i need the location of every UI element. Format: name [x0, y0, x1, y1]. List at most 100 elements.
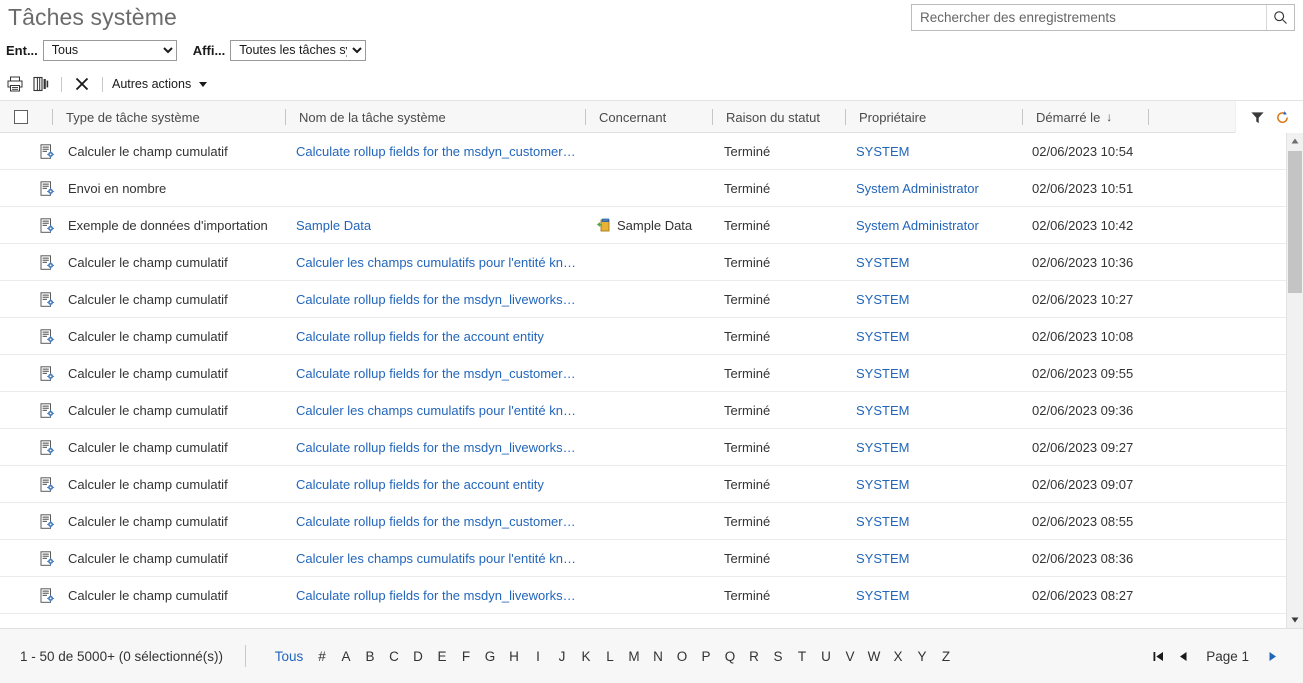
cell-owner[interactable]: SYSTEM [856, 503, 1016, 540]
cell-owner-link[interactable]: System Administrator [856, 218, 1016, 233]
cell-owner-link[interactable]: System Administrator [856, 181, 1016, 196]
cell-owner[interactable]: System Administrator [856, 207, 1016, 244]
alpha-index-o[interactable]: O [670, 647, 694, 666]
alpha-index-w[interactable]: W [862, 647, 886, 666]
cell-owner[interactable]: SYSTEM [856, 133, 1016, 170]
cell-owner-link[interactable]: SYSTEM [856, 477, 1016, 492]
alpha-index-v[interactable]: V [838, 647, 862, 666]
table-row[interactable]: Calculer le champ cumulatif Calculer les … [0, 392, 1303, 429]
alpha-index-x[interactable]: X [886, 647, 910, 666]
alpha-index-f[interactable]: F [454, 647, 478, 666]
alpha-index-l[interactable]: L [598, 647, 622, 666]
scroll-down-button[interactable] [1287, 612, 1303, 628]
column-header-status[interactable]: Raison du statut [716, 101, 820, 133]
cell-owner-link[interactable]: SYSTEM [856, 403, 1016, 418]
alpha-index-a[interactable]: A [334, 647, 358, 666]
alpha-index-g[interactable]: G [478, 647, 502, 666]
cell-owner-link[interactable]: SYSTEM [856, 292, 1016, 307]
cell-owner[interactable]: System Administrator [856, 170, 1016, 207]
cell-owner[interactable]: SYSTEM [856, 392, 1016, 429]
cell-job-name-link[interactable]: Calculate rollup fields for the msdyn_cu… [296, 366, 578, 381]
cell-job-name-link[interactable]: Calculate rollup fields for the msdyn_li… [296, 588, 578, 603]
table-row[interactable]: Calculer le champ cumulatif Calculate rol… [0, 503, 1303, 540]
scrollbar-thumb[interactable] [1288, 151, 1302, 293]
cell-job-name[interactable]: Calculer les champs cumulatifs pour l'en… [296, 244, 578, 281]
cell-job-name-link[interactable]: Calculer les champs cumulatifs pour l'en… [296, 551, 578, 566]
cell-job-name-link[interactable]: Calculate rollup fields for the msdyn_li… [296, 440, 578, 455]
cell-owner[interactable]: SYSTEM [856, 540, 1016, 577]
select-all-checkbox[interactable] [14, 110, 28, 124]
table-row[interactable]: Calculer le champ cumulatif Calculate rol… [0, 133, 1303, 170]
alpha-index-z[interactable]: Z [934, 647, 958, 666]
cell-job-name[interactable]: Sample Data [296, 207, 578, 244]
table-row[interactable]: Calculer le champ cumulatif Calculer les … [0, 244, 1303, 281]
alpha-index-t[interactable]: T [790, 647, 814, 666]
cell-owner-link[interactable]: SYSTEM [856, 588, 1016, 603]
table-row[interactable]: Calculer le champ cumulatif Calculate rol… [0, 355, 1303, 392]
cell-owner-link[interactable]: SYSTEM [856, 514, 1016, 529]
print-button[interactable] [2, 72, 28, 96]
next-page-button[interactable] [1263, 646, 1281, 666]
cell-owner[interactable]: SYSTEM [856, 281, 1016, 318]
cell-job-name-link[interactable]: Sample Data [296, 218, 578, 233]
alpha-index-i[interactable]: I [526, 647, 550, 666]
table-row[interactable]: Calculer le champ cumulatif Calculate rol… [0, 429, 1303, 466]
cell-owner-link[interactable]: SYSTEM [856, 329, 1016, 344]
scroll-up-button[interactable] [1287, 133, 1303, 149]
refresh-button[interactable] [1275, 110, 1290, 125]
alpha-index-p[interactable]: P [694, 647, 718, 666]
cell-owner[interactable]: SYSTEM [856, 466, 1016, 503]
alpha-index-q[interactable]: Q [718, 647, 742, 666]
cell-job-name-link[interactable]: Calculer les champs cumulatifs pour l'en… [296, 255, 578, 270]
cell-job-name[interactable]: Calculer les champs cumulatifs pour l'en… [296, 392, 578, 429]
table-row[interactable]: Calculer le champ cumulatif Calculate rol… [0, 318, 1303, 355]
cell-job-name-link[interactable]: Calculate rollup fields for the msdyn_cu… [296, 144, 578, 159]
cell-job-name[interactable]: Calculate rollup fields for the msdyn_li… [296, 429, 578, 466]
cell-owner-link[interactable]: SYSTEM [856, 551, 1016, 566]
cell-job-name[interactable]: Calculate rollup fields for the msdyn_li… [296, 577, 578, 614]
alpha-index-tous[interactable]: Tous [268, 647, 310, 666]
cell-owner-link[interactable]: SYSTEM [856, 366, 1016, 381]
alpha-index-k[interactable]: K [574, 647, 598, 666]
alpha-index-r[interactable]: R [742, 647, 766, 666]
cell-job-name[interactable]: Calculate rollup fields for the msdyn_cu… [296, 133, 578, 170]
alpha-index-m[interactable]: M [622, 647, 646, 666]
previous-page-button[interactable] [1174, 646, 1192, 666]
cell-owner[interactable]: SYSTEM [856, 429, 1016, 466]
table-row[interactable]: Exemple de données d'importation Sample D… [0, 207, 1303, 244]
cell-owner[interactable]: SYSTEM [856, 244, 1016, 281]
filter-button[interactable] [1250, 110, 1265, 125]
cell-job-name[interactable] [296, 170, 578, 207]
cell-owner-link[interactable]: SYSTEM [856, 255, 1016, 270]
search-button[interactable] [1266, 5, 1294, 30]
table-row[interactable]: Calculer le champ cumulatif Calculer les … [0, 540, 1303, 577]
alpha-index-h[interactable]: H [502, 647, 526, 666]
alpha-index-c[interactable]: C [382, 647, 406, 666]
cell-job-name-link[interactable]: Calculate rollup fields for the msdyn_li… [296, 292, 578, 307]
alpha-index-e[interactable]: E [430, 647, 454, 666]
cell-owner[interactable]: SYSTEM [856, 318, 1016, 355]
alpha-index-s[interactable]: S [766, 647, 790, 666]
cell-owner-link[interactable]: SYSTEM [856, 440, 1016, 455]
cell-job-name[interactable]: Calculate rollup fields for the account … [296, 466, 578, 503]
grid-vertical-scrollbar[interactable] [1286, 133, 1303, 628]
alpha-index-b[interactable]: B [358, 647, 382, 666]
cell-job-name-link[interactable]: Calculer les champs cumulatifs pour l'en… [296, 403, 578, 418]
table-row[interactable]: Calculer le champ cumulatif Calculate rol… [0, 466, 1303, 503]
alpha-index-u[interactable]: U [814, 647, 838, 666]
cell-owner-link[interactable]: SYSTEM [856, 144, 1016, 159]
view-filter-select[interactable]: Toutes les tâches systè [230, 39, 367, 61]
table-row[interactable]: Calculer le champ cumulatif Calculate rol… [0, 577, 1303, 614]
cell-job-name[interactable]: Calculate rollup fields for the msdyn_cu… [296, 355, 578, 392]
table-row[interactable]: Envoi en nombre Terminé System Administrat… [0, 170, 1303, 207]
cell-job-name-link[interactable]: Calculate rollup fields for the account … [296, 329, 578, 344]
column-header-owner[interactable]: Propriétaire [849, 101, 926, 133]
column-header-regarding[interactable]: Concernant [589, 101, 666, 133]
search-input[interactable] [912, 5, 1266, 30]
search-box[interactable] [911, 4, 1295, 31]
entity-filter-select[interactable]: Tous [42, 39, 177, 61]
cell-job-name[interactable]: Calculate rollup fields for the msdyn_li… [296, 281, 578, 318]
column-header-type[interactable]: Type de tâche système [56, 101, 200, 133]
column-header-name[interactable]: Nom de la tâche système [289, 101, 446, 133]
alpha-index-hash[interactable]: # [310, 647, 334, 666]
